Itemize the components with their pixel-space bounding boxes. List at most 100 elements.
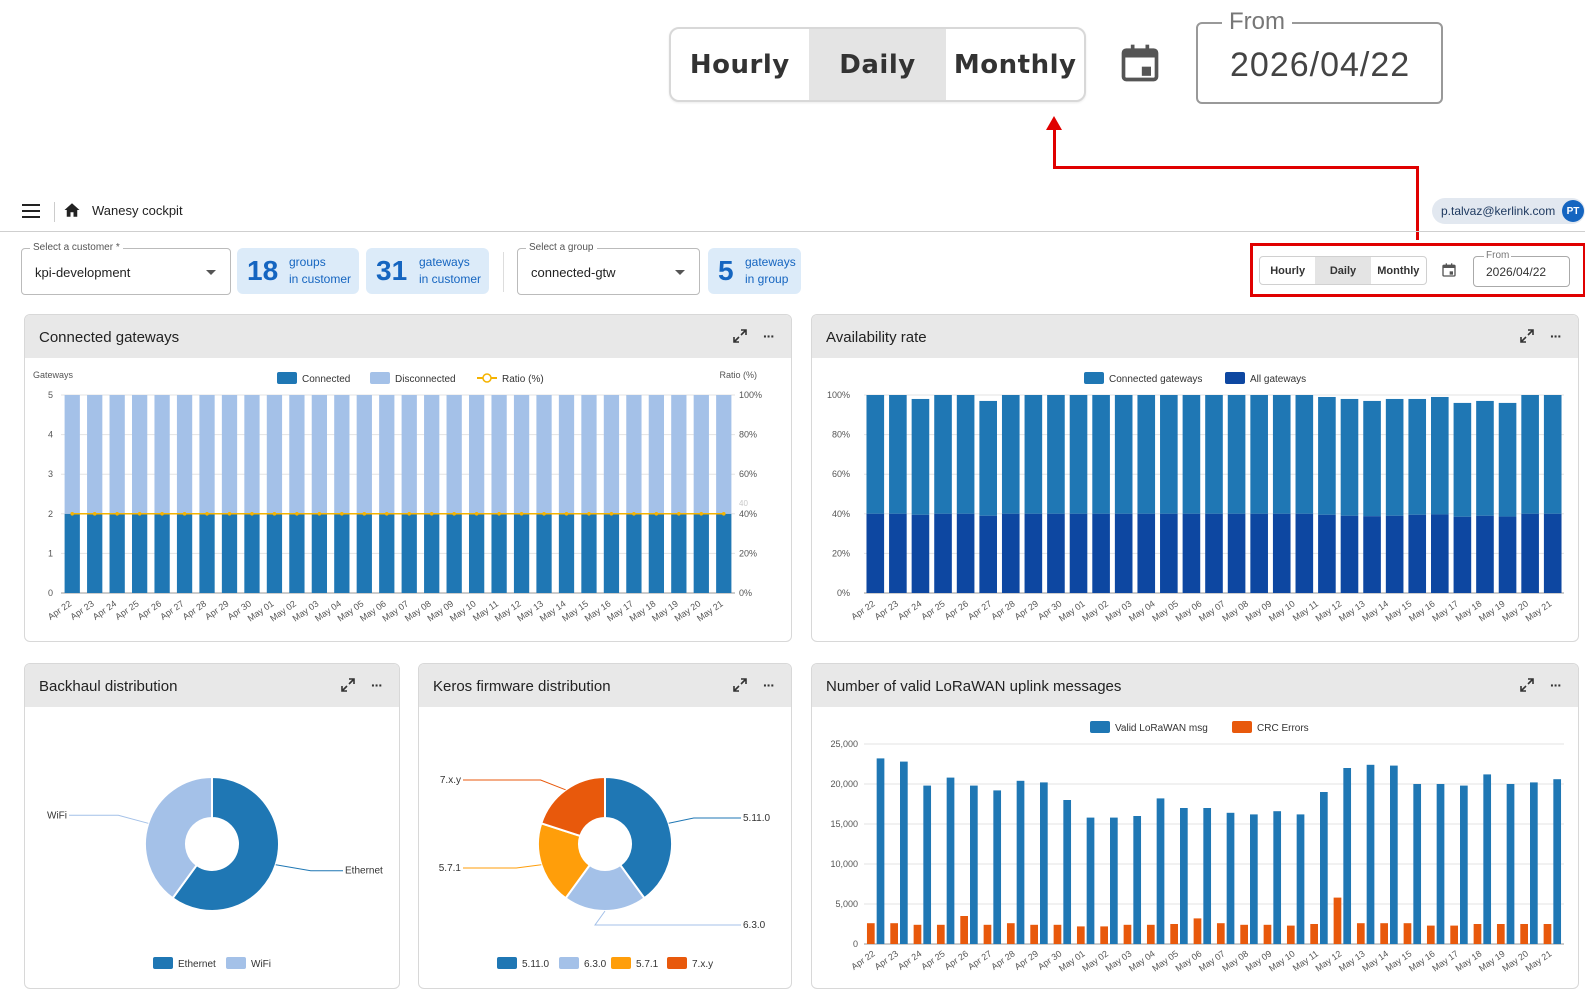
monthly-button[interactable]: Monthly xyxy=(1371,257,1426,284)
bar-valid-msg xyxy=(1413,784,1422,944)
bar-disconnected xyxy=(311,395,328,514)
bar-connected xyxy=(221,513,238,593)
ratio-point xyxy=(452,512,456,516)
y2-tick-label: 80% xyxy=(739,430,757,440)
bar-crc-errors xyxy=(1053,924,1062,944)
period-toggle: Hourly Daily Monthly xyxy=(1259,256,1427,285)
bar-connected-gateways xyxy=(1498,402,1517,517)
ratio-point xyxy=(160,512,164,516)
x-tick-label: Apr 26 xyxy=(943,948,970,971)
slice-label: 5.11.0 xyxy=(743,813,770,824)
bar-connected xyxy=(311,513,328,593)
customer-select[interactable]: Select a customer * kpi-development xyxy=(21,242,231,295)
zoom-hourly-button[interactable]: Hourly xyxy=(671,29,809,100)
bar-all-gateways xyxy=(1408,514,1427,593)
bar-connected xyxy=(446,513,462,593)
bar-all-gateways xyxy=(1047,513,1065,593)
zoom-daily-button[interactable]: Daily xyxy=(808,29,947,100)
bar-connected-gateways xyxy=(1272,395,1291,514)
user-chip[interactable]: p.talvaz@kerlink.com PT xyxy=(1432,198,1585,224)
date-field[interactable]: From 2026/04/22 xyxy=(1473,250,1570,287)
bar-connected xyxy=(154,513,170,593)
calendar-icon[interactable] xyxy=(1118,40,1162,86)
bar-all-gateways xyxy=(1114,513,1133,593)
legend-swatch xyxy=(153,957,173,969)
bar-all-gateways xyxy=(1250,513,1268,593)
more-icon[interactable]: ··· xyxy=(371,677,383,693)
ratio-point xyxy=(677,512,681,516)
bar-connected xyxy=(64,513,80,593)
x-tick-label: Apr 24 xyxy=(896,598,923,621)
bar-crc-errors xyxy=(1216,923,1225,944)
expand-icon[interactable] xyxy=(1520,329,1534,343)
bar-all-gateways xyxy=(956,513,975,593)
bar-disconnected xyxy=(176,395,193,514)
bar-crc-errors xyxy=(1310,924,1318,944)
y-tick-label: 3 xyxy=(48,469,53,479)
zoom-date-value: 2026/04/22 xyxy=(1230,46,1411,84)
legend-swatch xyxy=(277,372,297,384)
chevron-down-icon xyxy=(206,270,216,275)
expand-icon[interactable] xyxy=(341,678,355,692)
more-icon[interactable]: ··· xyxy=(763,677,775,693)
slice-label: 6.3.0 xyxy=(743,920,766,931)
calendar-icon[interactable] xyxy=(1441,261,1457,279)
ratio-point xyxy=(654,512,659,516)
legend-swatch xyxy=(667,957,687,969)
legend-swatch xyxy=(559,957,579,969)
x-tick-label: May 21 xyxy=(1524,948,1554,973)
bar-crc-errors xyxy=(1146,924,1155,944)
bar-connected xyxy=(716,513,732,593)
x-tick-label: May 21 xyxy=(695,598,725,623)
ratio-point xyxy=(227,512,232,516)
y-tick-label: 60% xyxy=(832,469,850,479)
bar-crc-errors xyxy=(1263,924,1272,944)
bar-disconnected xyxy=(693,395,709,514)
hourly-button[interactable]: Hourly xyxy=(1260,257,1315,284)
y-tick-label: 1 xyxy=(48,548,53,558)
bar-connected-gateways xyxy=(1295,395,1314,514)
ratio-point xyxy=(182,512,187,516)
bar-disconnected xyxy=(154,395,170,514)
daily-button[interactable]: Daily xyxy=(1315,257,1371,284)
x-tick-label: Apr 26 xyxy=(136,598,163,621)
bar-connected-gateways xyxy=(1024,395,1043,514)
bar-connected xyxy=(244,513,260,593)
expand-icon[interactable] xyxy=(733,678,747,692)
group-select[interactable]: Select a group connected-gtw xyxy=(517,242,700,295)
label-leader xyxy=(275,864,343,872)
ratio-point xyxy=(497,512,501,516)
expand-icon[interactable] xyxy=(1520,678,1534,692)
home-icon[interactable] xyxy=(63,201,81,219)
legend-swatch xyxy=(482,373,492,383)
more-icon[interactable]: ··· xyxy=(1550,328,1562,344)
bar-valid-msg xyxy=(1530,782,1538,944)
kpi-sublabel: in customer xyxy=(289,272,352,286)
more-icon[interactable]: ··· xyxy=(1550,677,1562,693)
bar-valid-msg xyxy=(993,790,1002,944)
legend-swatch xyxy=(1084,372,1104,384)
y-tick-label: 15,000 xyxy=(830,819,858,829)
bar-all-gateways xyxy=(1160,513,1178,593)
legend-label: Connected xyxy=(302,374,350,385)
ratio-point xyxy=(92,512,97,516)
card-lorawan-uplink-messages: Number of valid LoRaWAN uplink messages … xyxy=(811,663,1579,989)
zoom-period-toggle: Hourly Daily Monthly xyxy=(669,27,1086,102)
zoom-date-field[interactable]: From 2026/04/22 xyxy=(1196,8,1443,104)
legend-label: Ethernet xyxy=(178,959,216,970)
y-tick-label: 20% xyxy=(832,548,850,558)
more-icon[interactable]: ··· xyxy=(763,328,775,344)
kpi-number: 5 xyxy=(718,255,734,286)
bar-disconnected xyxy=(356,395,372,514)
menu-icon[interactable] xyxy=(22,204,40,218)
card-header: Keros firmware distribution ··· xyxy=(419,664,791,707)
bar-all-gateways xyxy=(1137,513,1156,593)
bar-all-gateways xyxy=(1092,513,1110,593)
legend-swatch xyxy=(1232,721,1252,733)
bar-crc-errors xyxy=(1123,924,1132,944)
x-tick-label: Apr 28 xyxy=(989,948,1016,971)
y-tick-label: 5 xyxy=(48,390,53,400)
zoom-monthly-button[interactable]: Monthly xyxy=(946,29,1084,100)
expand-icon[interactable] xyxy=(733,329,747,343)
group-select-value: connected-gtw xyxy=(531,265,616,280)
